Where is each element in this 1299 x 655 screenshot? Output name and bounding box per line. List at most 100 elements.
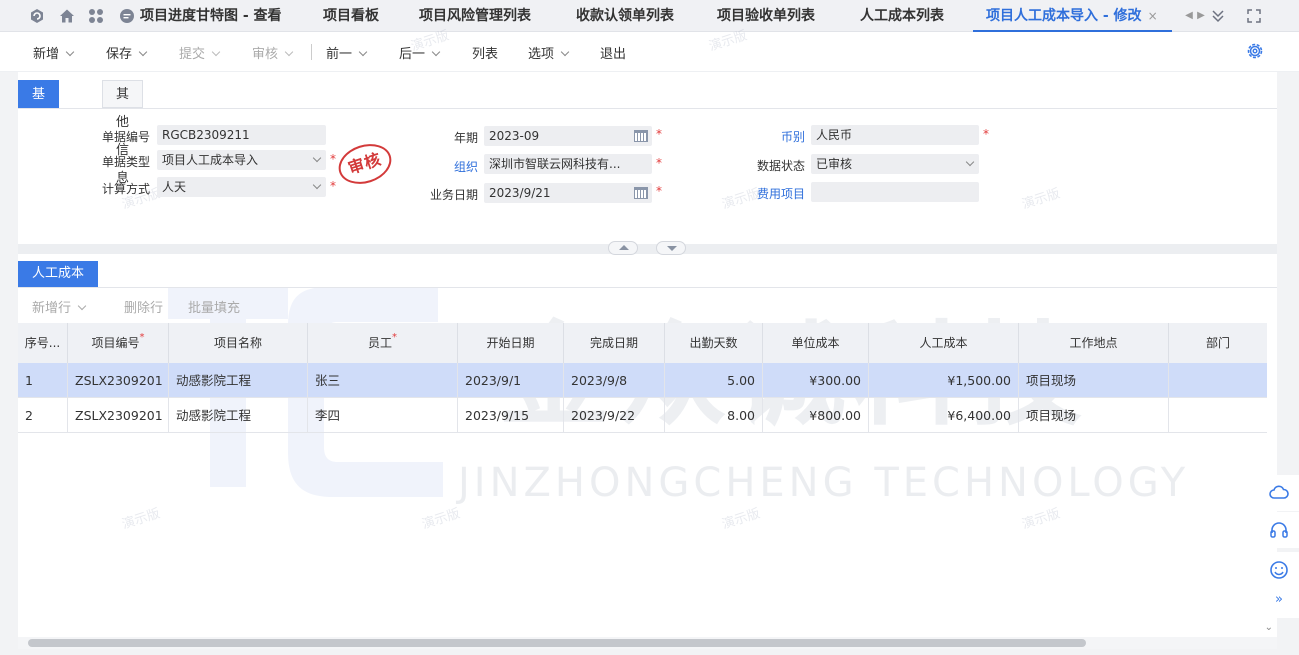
exit-button[interactable]: 退出 [600, 43, 626, 62]
audit-button[interactable]: 审核 [252, 43, 294, 62]
scroll-down-icon[interactable]: ⌄ [1265, 622, 1273, 633]
biz-date-field[interactable]: 2023/9/21 [484, 183, 652, 203]
required-mark: * [330, 152, 336, 166]
org-field[interactable]: 深圳市智联云网科技有... [484, 154, 652, 174]
period-field[interactable]: 2023-09 [484, 126, 652, 146]
tab-labor-cost-import[interactable]: 项目人工成本导入 - 修改 × [973, 0, 1172, 32]
delete-row-button[interactable]: 删除行 [124, 297, 163, 316]
biz-date-label: 业务日期 [430, 188, 479, 202]
doc-no-field[interactable]: RGCB2309211 [157, 125, 326, 145]
cell-attendance-days[interactable]: 5.00 [665, 363, 763, 398]
expense-item-field[interactable] [811, 182, 979, 202]
apps-grid-icon[interactable] [87, 7, 105, 25]
prev-button[interactable]: 前一 [326, 43, 368, 62]
tab-project-board[interactable]: 项目看板 [323, 0, 379, 32]
cell-end-date[interactable]: 2023/9/8 [564, 363, 665, 398]
chevron-down-icon [560, 47, 570, 57]
cell-attendance-days[interactable]: 8.00 [665, 398, 763, 433]
col-header-work-location[interactable]: 工作地点 [1019, 323, 1169, 363]
doc-type-select[interactable]: 项目人工成本导入 [157, 150, 326, 170]
horizontal-scrollbar-thumb[interactable] [28, 639, 1086, 647]
cell-unit-cost[interactable]: ¥300.00 [763, 363, 869, 398]
chevron-down-icon [965, 157, 975, 167]
headset-icon[interactable] [1259, 512, 1299, 548]
col-header-department[interactable]: 部门 [1169, 323, 1267, 363]
tab-other-info[interactable]: 其他信息 [102, 80, 144, 186]
cell-unit-cost[interactable]: ¥800.00 [763, 398, 869, 433]
cell-employee[interactable]: 李四 [308, 398, 458, 433]
new-button[interactable]: 新增 [33, 43, 75, 62]
cell-project-name[interactable]: 动感影院工程 [169, 398, 308, 433]
cell-work-location[interactable]: 项目现场 [1019, 363, 1169, 398]
tab-scroll-right-icon[interactable]: ▶ [1192, 7, 1210, 25]
col-header-project-name[interactable]: 项目名称 [169, 323, 308, 363]
cell-department[interactable] [1169, 398, 1267, 433]
add-row-label: 新增行 [32, 301, 72, 316]
tab-labor-cost-list[interactable]: 人工成本列表 [860, 0, 944, 32]
refresh-icon[interactable] [28, 7, 46, 25]
expand-panel-icon[interactable]: » [1259, 582, 1299, 618]
chevron-down-icon [211, 47, 221, 57]
col-header-end-date[interactable]: 完成日期 [564, 323, 665, 363]
cloud-icon[interactable] [1259, 475, 1299, 511]
cell-labor-cost[interactable]: ¥6,400.00 [869, 398, 1019, 433]
table-row[interactable]: 2 ZSLX2309201 动感影院工程 李四 2023/9/15 2023/9… [18, 398, 1267, 433]
next-label: 后一 [399, 47, 426, 62]
cell-project-code[interactable]: ZSLX2309201 [68, 398, 169, 433]
col-header-labor-cost[interactable]: 人工成本 [869, 323, 1019, 363]
cell-end-date[interactable]: 2023/9/22 [564, 398, 665, 433]
org-label[interactable]: 组织 [454, 158, 478, 175]
tab-risk-list[interactable]: 项目风险管理列表 [419, 0, 531, 32]
col-header-employee[interactable]: 员工* [308, 323, 458, 363]
fullscreen-icon[interactable] [1245, 7, 1263, 25]
calc-method-select[interactable]: 人天 [157, 177, 326, 197]
tab-dropdown-icon[interactable] [1209, 7, 1227, 25]
submit-button[interactable]: 提交 [179, 43, 221, 62]
add-row-button[interactable]: 新增行 [32, 297, 87, 316]
calendar-icon[interactable] [634, 130, 648, 142]
table-row[interactable]: 1 ZSLX2309201 动感影院工程 张三 2023/9/1 2023/9/… [18, 363, 1267, 398]
tab-acceptance-list[interactable]: 项目验收单列表 [717, 0, 815, 32]
cell-start-date[interactable]: 2023/9/1 [458, 363, 564, 398]
home-icon[interactable] [58, 7, 76, 25]
save-button[interactable]: 保存 [106, 43, 148, 62]
close-icon[interactable]: × [1148, 9, 1158, 23]
calendar-icon[interactable] [634, 187, 648, 199]
tab-receipt-list[interactable]: 收款认领单列表 [576, 0, 674, 32]
required-mark: * [656, 184, 662, 198]
options-button[interactable]: 选项 [528, 43, 570, 62]
tab-gantt[interactable]: 项目进度甘特图 - 查看 [140, 0, 282, 32]
currency-field[interactable]: 人民币 [811, 125, 979, 145]
currency-label[interactable]: 币别 [781, 128, 805, 145]
cell-project-name[interactable]: 动感影院工程 [169, 363, 308, 398]
cell-department[interactable] [1169, 363, 1267, 398]
col-header-attendance-days[interactable]: 出勤天数 [665, 323, 763, 363]
prev-label: 前一 [326, 47, 353, 62]
tab-labor-cost[interactable]: 人工成本 [18, 261, 99, 287]
next-button[interactable]: 后一 [399, 43, 441, 62]
cell-work-location[interactable]: 项目现场 [1019, 398, 1169, 433]
col-header-seq[interactable]: 序号... [18, 323, 68, 363]
col-header-start-date[interactable]: 开始日期 [458, 323, 564, 363]
tab-basic-info[interactable]: 基本信息 [18, 80, 60, 186]
cell-seq[interactable]: 1 [18, 363, 68, 398]
cell-start-date[interactable]: 2023/9/15 [458, 398, 564, 433]
cell-seq[interactable]: 2 [18, 398, 68, 433]
expand-down-button[interactable] [656, 241, 686, 255]
expense-item-label[interactable]: 费用项目 [757, 185, 805, 202]
required-mark: * [656, 156, 662, 170]
col-header-project-code[interactable]: 项目编号* [68, 323, 169, 363]
cell-labor-cost[interactable]: ¥1,500.00 [869, 363, 1019, 398]
divider [18, 287, 1277, 288]
list-button[interactable]: 列表 [472, 43, 498, 62]
header-label: 项目编号 [91, 336, 140, 350]
status-select[interactable]: 已审核 [811, 154, 979, 174]
batch-fill-button[interactable]: 批量填充 [188, 297, 240, 316]
required-mark: * [983, 127, 989, 141]
tab-bar: 项目进度甘特图 - 查看 项目看板 项目风险管理列表 收款认领单列表 项目验收单… [0, 0, 1299, 32]
cell-project-code[interactable]: ZSLX2309201 [68, 363, 169, 398]
collapse-up-button[interactable] [608, 241, 638, 255]
cell-employee[interactable]: 张三 [308, 363, 458, 398]
gear-icon[interactable] [1245, 41, 1265, 61]
col-header-unit-cost[interactable]: 单位成本 [763, 323, 869, 363]
